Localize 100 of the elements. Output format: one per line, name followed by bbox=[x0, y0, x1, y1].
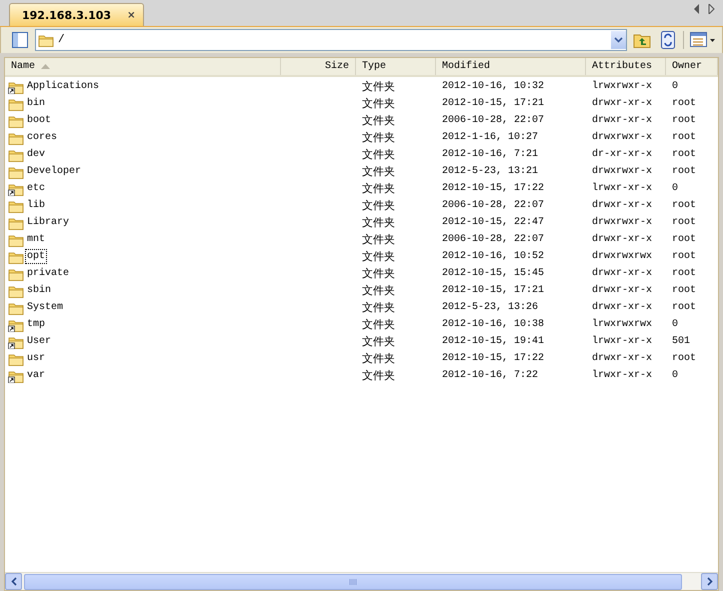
dropdown-button[interactable] bbox=[611, 31, 626, 49]
file-name-cell[interactable]: usr bbox=[5, 351, 281, 366]
file-name-cell[interactable]: etc bbox=[5, 181, 281, 196]
panel-toggle-button[interactable] bbox=[9, 29, 31, 51]
attributes-cell-text: drwxr-xr-x bbox=[591, 115, 654, 126]
chevron-left-icon bbox=[10, 577, 16, 586]
modified-cell-text: 2012-10-15, 17:21 bbox=[441, 285, 546, 296]
attributes-cell-text: drwxrwxrwx bbox=[591, 251, 654, 262]
attributes-cell-text: lrwxr-xr-x bbox=[591, 370, 654, 381]
file-name-cell[interactable]: Library bbox=[5, 215, 281, 230]
owner-cell-text: root bbox=[671, 115, 698, 126]
modified-cell-text: 2012-1-16, 10:27 bbox=[441, 132, 540, 143]
view-list-icon bbox=[690, 32, 716, 48]
type-cell-text: 文件夹 bbox=[361, 300, 396, 315]
modified-cell-text: 2012-10-15, 19:41 bbox=[441, 336, 546, 347]
folder-icon bbox=[8, 232, 24, 246]
folder-icon bbox=[8, 284, 24, 298]
folder-icon bbox=[8, 266, 24, 280]
attributes-cell-text: lrwxr-xr-x bbox=[591, 183, 654, 194]
owner-cell-text: root bbox=[671, 302, 698, 313]
folder-shortcut-icon bbox=[8, 318, 24, 332]
modified-cell-text: 2012-5-23, 13:21 bbox=[441, 166, 540, 177]
file-name-cell[interactable]: opt bbox=[5, 249, 281, 264]
file-name-cell[interactable]: Developer bbox=[5, 164, 281, 179]
attributes-cell-text: drwxr-xr-x bbox=[591, 98, 654, 109]
column-header[interactable]: Attributes bbox=[586, 58, 666, 75]
owner-cell-text: root bbox=[671, 285, 698, 296]
owner-cell-text: root bbox=[671, 200, 698, 211]
owner-cell-text: 0 bbox=[671, 81, 680, 92]
type-cell-text: 文件夹 bbox=[361, 334, 396, 349]
type-cell-text: 文件夹 bbox=[361, 96, 396, 111]
modified-cell-text: 2012-10-15, 22:47 bbox=[441, 217, 546, 228]
scroll-left-button[interactable] bbox=[5, 573, 22, 590]
modified-cell-text: 2012-10-16, 7:21 bbox=[441, 149, 540, 160]
folder-up-icon bbox=[633, 32, 651, 48]
attributes-cell-text: dr-xr-xr-x bbox=[591, 149, 654, 160]
column-header[interactable]: Name bbox=[5, 58, 281, 75]
file-name-cell[interactable]: Applications bbox=[5, 79, 281, 94]
file-name-cell[interactable]: lib bbox=[5, 198, 281, 213]
chevron-right-icon bbox=[706, 577, 712, 586]
file-name-cell[interactable]: boot bbox=[5, 113, 281, 128]
owner-cell-text: root bbox=[671, 166, 698, 177]
modified-cell-text: 2012-10-16, 10:52 bbox=[441, 251, 546, 262]
owner-cell-text: root bbox=[671, 268, 698, 279]
file-name-cell[interactable]: cores bbox=[5, 130, 281, 145]
attributes-cell-text: drwxr-xr-x bbox=[591, 200, 654, 211]
close-tab-button[interactable]: × bbox=[127, 10, 136, 20]
attributes-cell-text: drwxrwxr-x bbox=[591, 166, 654, 177]
file-name-cell[interactable]: var bbox=[5, 368, 281, 383]
file-name-cell[interactable]: User bbox=[5, 334, 281, 349]
modified-cell-text: 2012-10-16, 10:38 bbox=[441, 319, 546, 330]
owner-cell-text: 501 bbox=[671, 336, 692, 347]
folder-icon bbox=[8, 114, 24, 128]
type-cell-text: 文件夹 bbox=[361, 130, 396, 145]
file-name-cell[interactable]: mnt bbox=[5, 232, 281, 247]
type-cell-text: 文件夹 bbox=[361, 368, 396, 383]
type-cell-text: 文件夹 bbox=[361, 266, 396, 281]
attributes-cell-text: lrwxrwxr-x bbox=[591, 81, 654, 92]
type-cell-text: 文件夹 bbox=[361, 232, 396, 247]
modified-cell-text: 2012-10-15, 15:45 bbox=[441, 268, 546, 279]
folder-shortcut-icon bbox=[8, 334, 24, 348]
grip-icon bbox=[349, 578, 357, 584]
host-tab[interactable]: 192.168.3.103 × bbox=[9, 3, 144, 26]
owner-cell-text: root bbox=[671, 149, 698, 160]
folder-icon bbox=[8, 148, 24, 162]
column-header[interactable]: Type bbox=[356, 58, 436, 75]
folder-icon bbox=[8, 216, 24, 230]
owner-cell-text: root bbox=[671, 217, 698, 228]
modified-cell-text: 2006-10-28, 22:07 bbox=[441, 115, 546, 126]
file-name-cell[interactable]: private bbox=[5, 266, 281, 281]
scroll-right-icon[interactable] bbox=[708, 4, 715, 14]
owner-cell-text: root bbox=[671, 234, 698, 245]
type-cell-text: 文件夹 bbox=[361, 113, 396, 128]
scrollbar-thumb[interactable] bbox=[24, 574, 682, 590]
owner-cell-text: 0 bbox=[671, 183, 680, 194]
file-name-cell[interactable]: sbin bbox=[5, 283, 281, 298]
type-cell-text: 文件夹 bbox=[361, 283, 396, 298]
path-field[interactable]: / bbox=[35, 29, 627, 51]
column-header[interactable]: Size bbox=[281, 58, 356, 75]
attributes-cell-text: lrwxrwxrwx bbox=[591, 319, 654, 330]
file-name-cell[interactable]: bin bbox=[5, 96, 281, 111]
folder-icon bbox=[8, 164, 24, 178]
attributes-cell-text: drwxr-xr-x bbox=[591, 353, 654, 364]
column-header[interactable]: Owner bbox=[666, 58, 718, 75]
folder-icon bbox=[8, 250, 24, 264]
scroll-right-button[interactable] bbox=[701, 573, 718, 590]
owner-cell-text: root bbox=[671, 353, 698, 364]
type-cell-text: 文件夹 bbox=[361, 164, 396, 179]
file-name-cell[interactable]: tmp bbox=[5, 317, 281, 332]
attributes-cell-text: drwxrwxr-x bbox=[591, 132, 654, 143]
scroll-left-icon[interactable] bbox=[693, 4, 700, 14]
file-name-cell[interactable]: System bbox=[5, 300, 281, 315]
column-header[interactable]: Modified bbox=[436, 58, 586, 75]
file-name-cell[interactable]: dev bbox=[5, 147, 281, 162]
type-cell-text: 文件夹 bbox=[361, 249, 396, 264]
modified-cell-text: 2012-10-16, 10:32 bbox=[441, 81, 546, 92]
attributes-cell-text: drwxrwxr-x bbox=[591, 217, 654, 228]
attributes-cell-text: drwxr-xr-x bbox=[591, 268, 654, 279]
attributes-cell-text: drwxr-xr-x bbox=[591, 285, 654, 296]
owner-cell-text: root bbox=[671, 132, 698, 143]
